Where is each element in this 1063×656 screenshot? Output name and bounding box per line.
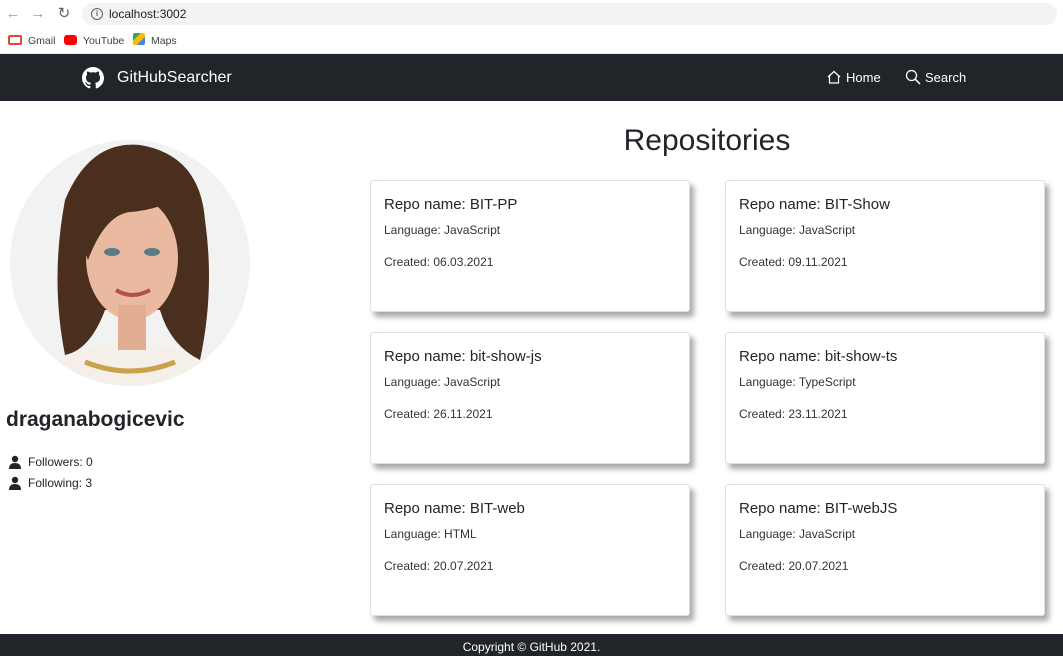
nav-search-link[interactable]: Search <box>905 69 966 85</box>
avatar <box>10 140 250 386</box>
nav-search-label: Search <box>925 69 967 85</box>
reload-icon[interactable]: ↻ <box>55 5 73 23</box>
user-icon <box>9 476 21 490</box>
nav-home-link[interactable]: Home <box>826 69 881 85</box>
repositories-heading: Repositories <box>623 124 791 157</box>
nav-home-label: Home <box>846 69 881 85</box>
footer: Copyright © GitHub 2021. <box>0 634 1063 656</box>
repo-card[interactable]: Repo name: bit-show-js Language: JavaScr… <box>370 332 690 464</box>
forward-arrow-icon[interactable]: → <box>29 5 47 23</box>
footer-copyright: Copyright © GitHub 2021. <box>462 640 601 654</box>
info-icon[interactable]: i <box>91 8 103 20</box>
address-bar[interactable]: i localhost:3002 <box>82 3 1057 25</box>
app-navbar: GitHubSearcher Home Search <box>0 54 1063 101</box>
back-arrow-icon[interactable]: ← <box>4 5 22 23</box>
brand-link[interactable]: GitHubSearcher <box>82 66 232 90</box>
user-icon <box>9 455 21 469</box>
repo-language: Language: TypeScript <box>739 375 856 389</box>
repo-card[interactable]: Repo name: bit-show-ts Language: TypeScr… <box>725 332 1045 464</box>
repo-card[interactable]: Repo name: BIT-PP Language: JavaScript C… <box>370 180 690 312</box>
browser-toolbar: ← → ↻ i localhost:3002 <box>0 0 1063 28</box>
repo-language: Language: JavaScript <box>384 223 501 237</box>
following-stat: Following: 3 <box>8 476 92 490</box>
repo-name: Repo name: bit-show-js <box>384 348 542 365</box>
bookmark-label: Maps <box>151 35 177 47</box>
repo-created: Created: 09.11.2021 <box>739 255 848 269</box>
avatar-image <box>10 140 250 386</box>
followers-stat: Followers: 0 <box>8 455 93 469</box>
repo-created: Created: 23.11.2021 <box>739 407 848 421</box>
following-label: Following: 3 <box>28 476 93 490</box>
bookmark-label: Gmail <box>28 35 56 47</box>
repo-card[interactable]: Repo name: BIT-web Language: HTML Create… <box>370 484 690 616</box>
bookmark-gmail[interactable]: Gmail <box>8 33 55 49</box>
username: draganabogicevic <box>6 408 185 431</box>
bookmark-maps[interactable]: Maps <box>133 33 177 49</box>
followers-label: Followers: 0 <box>28 455 93 469</box>
repo-name: Repo name: BIT-Show <box>739 196 890 213</box>
repo-language: Language: JavaScript <box>739 223 856 237</box>
repo-name: Repo name: BIT-web <box>384 500 525 517</box>
repo-created: Created: 20.07.2021 <box>739 559 849 573</box>
search-icon <box>905 69 921 85</box>
repo-language: Language: JavaScript <box>384 375 501 389</box>
repo-name: Repo name: BIT-webJS <box>739 500 898 517</box>
bookmark-youtube[interactable]: YouTube <box>64 33 124 49</box>
maps-icon <box>133 33 145 45</box>
repo-created: Created: 20.07.2021 <box>384 559 494 573</box>
repo-card[interactable]: Repo name: BIT-Show Language: JavaScript… <box>725 180 1045 312</box>
gmail-icon <box>8 35 22 45</box>
bookmark-label: YouTube <box>83 35 125 47</box>
repo-name: Repo name: bit-show-ts <box>739 348 898 365</box>
home-icon <box>827 70 841 84</box>
bookmarks-bar: Gmail YouTube Maps <box>0 28 1063 54</box>
youtube-icon <box>64 35 77 45</box>
repo-created: Created: 06.03.2021 <box>384 255 494 269</box>
repo-created: Created: 26.11.2021 <box>384 407 493 421</box>
brand-title: GitHubSearcher <box>117 69 232 86</box>
github-icon <box>82 67 104 89</box>
repo-language: Language: HTML <box>384 527 477 541</box>
repo-language: Language: JavaScript <box>739 527 856 541</box>
url-text[interactable]: localhost:3002 <box>109 7 186 21</box>
repo-name: Repo name: BIT-PP <box>384 196 518 213</box>
repo-card[interactable]: Repo name: BIT-webJS Language: JavaScrip… <box>725 484 1045 616</box>
